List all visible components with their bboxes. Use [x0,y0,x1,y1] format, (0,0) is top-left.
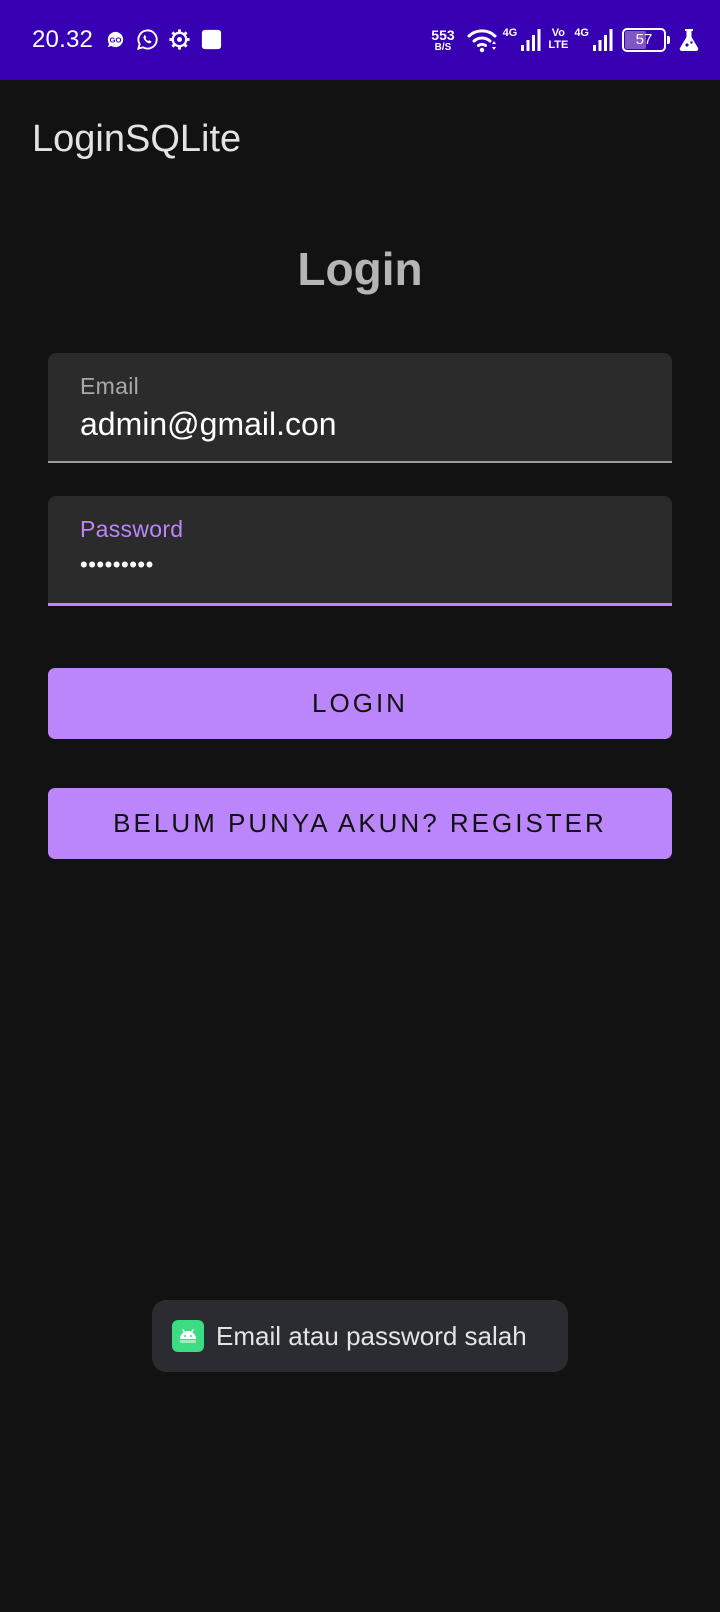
password-field[interactable]: Password ••••••••• [48,496,672,606]
email-label: Email [80,373,140,399]
battery-indicator: 57 [622,28,670,52]
flask-icon [679,29,699,51]
volte-bottom-label: LTE [548,39,569,51]
signal-bars-icon [593,29,613,51]
app-title: LoginSQLite [32,118,242,160]
status-bar: 20.32 GO 553 B/S 4G Vo LTE 4G 57 [0,0,720,80]
toast-message: Email atau password salah [216,1320,527,1351]
settings-icon [169,29,190,50]
toast: Email atau password salah [152,1300,568,1372]
sim1-network-type: 4G [502,27,518,39]
network-speed: 553 B/S [431,28,454,53]
sim2-network-type: 4G [574,27,589,39]
network-speed-unit: B/S [434,41,452,53]
battery-percent: 57 [635,31,653,48]
login-button[interactable]: LOGIN [48,668,672,739]
network-speed-value: 553 [431,26,455,43]
register-button[interactable]: BELUM PUNYA AKUN? REGISTER [48,788,672,859]
android-icon [172,1320,204,1352]
svg-text:GO: GO [110,35,122,44]
status-time: 20.32 [32,26,94,53]
login-heading: Login [297,243,423,295]
app-square-icon [201,29,222,50]
status-indicators: 553 B/S 4G Vo LTE 4G 57 [431,22,700,58]
email-input[interactable]: admin@gmail.con [80,403,337,445]
password-input[interactable]: ••••••••• [80,544,154,586]
wifi-icon [467,29,497,53]
notification-icons: GO [104,28,223,51]
go-icon: GO [107,31,124,48]
email-field[interactable]: Email admin@gmail.con [48,353,672,463]
volte-indicator: Vo LTE [548,28,568,51]
password-label: Password [80,516,184,542]
signal-bars-icon [521,29,541,51]
whatsapp-icon [137,29,158,50]
